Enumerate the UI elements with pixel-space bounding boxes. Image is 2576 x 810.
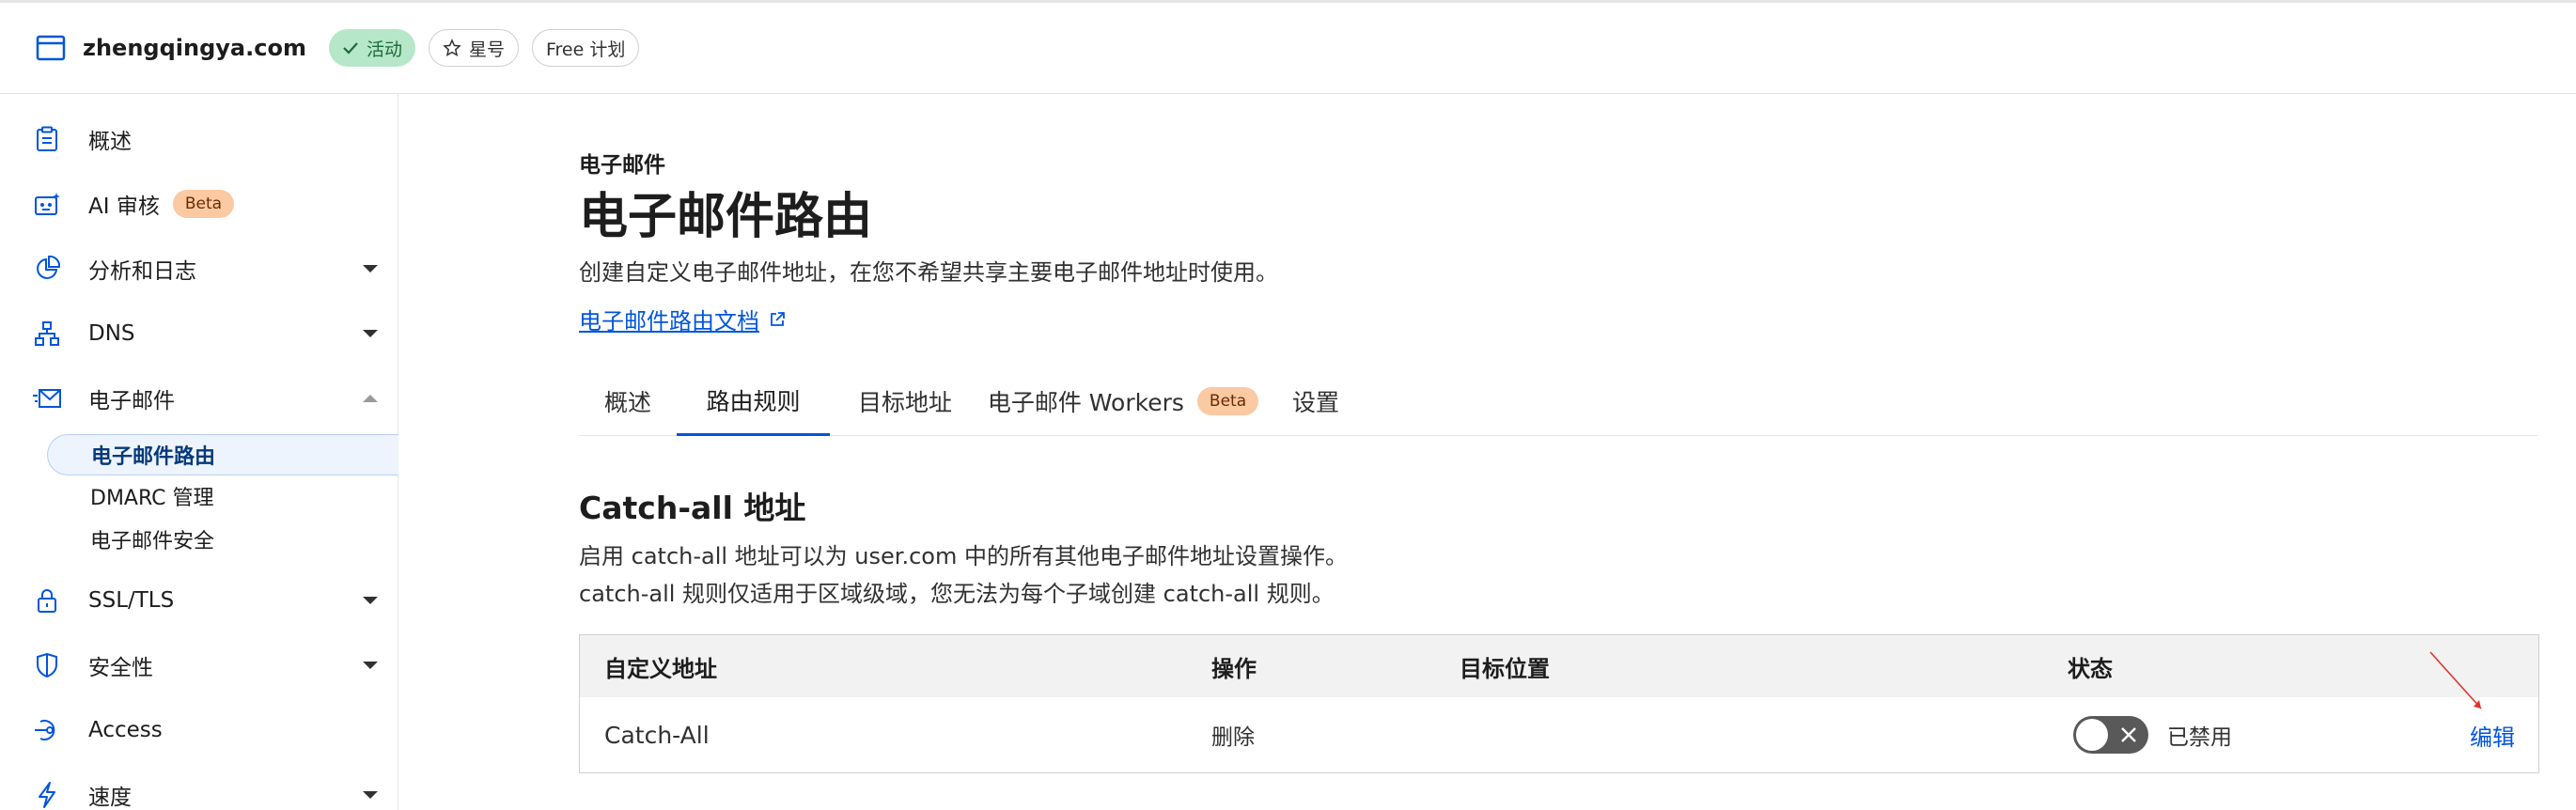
browser-window-icon (34, 33, 68, 63)
sidebar-item-label: 分析和日志 (88, 259, 196, 284)
annotation-arrow-icon (2429, 651, 2482, 709)
status-label: 已禁用 (2167, 725, 2232, 750)
beta-badge: Beta (1196, 387, 1259, 415)
sidebar-subitem-dmarc[interactable]: DMARC 管理 (47, 475, 398, 517)
beta-badge: Beta (172, 190, 235, 218)
sidebar-item-label: DNS (88, 321, 135, 346)
tab-overview[interactable]: 概述 (579, 366, 677, 436)
plan-badge[interactable]: Free 计划 (531, 29, 640, 67)
sidebar-item-label: Access (88, 718, 163, 742)
close-icon (2121, 727, 2136, 742)
email-icon (32, 383, 62, 413)
sidebar-item-ssl-tls[interactable]: SSL/TLS (0, 572, 398, 629)
chevron-down-icon[interactable] (363, 791, 378, 799)
sidebar: 概述 AI 审核 Beta 分析和日志 DNS 电子邮件 电子邮件路由 DMAR… (0, 94, 398, 810)
star-icon (443, 39, 461, 57)
sidebar-subitem-email-security[interactable]: 电子邮件安全 (47, 519, 398, 560)
chevron-down-icon[interactable] (363, 330, 378, 337)
chevron-up-icon[interactable] (363, 395, 378, 402)
catchall-enable-toggle[interactable] (2073, 716, 2148, 754)
column-custom-address: 自定义地址 (604, 655, 717, 682)
sidebar-item-analytics[interactable]: 分析和日志 (0, 241, 398, 297)
sidebar-item-email[interactable]: 电子邮件 (0, 370, 398, 427)
column-action: 操作 (1211, 655, 1257, 682)
pie-chart-icon (32, 254, 62, 284)
column-status: 状态 (2068, 655, 2113, 682)
external-link-icon (769, 311, 786, 328)
clipboard-icon (32, 124, 62, 154)
sidebar-item-overview[interactable]: 概述 (0, 111, 398, 167)
tab-bar: 概述 路由规则 目标地址 电子邮件 Workers Beta 设置 (579, 366, 2537, 436)
cell-address: Catch-All (604, 721, 710, 749)
star-button[interactable]: 星号 (428, 29, 519, 67)
lightning-icon (32, 780, 62, 810)
docs-link-label: 电子邮件路由文档 (579, 308, 759, 335)
tab-routing-rules[interactable]: 路由规则 (677, 366, 830, 436)
chevron-down-icon[interactable] (363, 597, 378, 604)
section-eyebrow: 电子邮件 (579, 153, 665, 178)
docs-link[interactable]: 电子邮件路由文档 (579, 303, 786, 335)
sidebar-item-label: SSL/TLS (88, 588, 175, 613)
cell-action: 删除 (1211, 725, 1255, 750)
page-title: 电子邮件路由 (579, 189, 873, 245)
chevron-down-icon[interactable] (363, 265, 378, 273)
status-badge: 活动 (328, 29, 415, 67)
cell-status: 已禁用 (2073, 697, 2232, 772)
catchall-description-line1: 启用 catch-all 地址可以为 user.com 中的所有其他电子邮件地址… (579, 543, 1348, 569)
toggle-knob (2076, 719, 2108, 751)
catchall-title: Catch-all 地址 (579, 490, 806, 526)
sidebar-item-access[interactable]: Access (0, 702, 398, 758)
lock-icon (32, 585, 62, 615)
access-icon (32, 715, 62, 745)
sidebar-item-ai-review[interactable]: AI 审核 Beta (0, 176, 398, 232)
sidebar-item-dns[interactable]: DNS (0, 305, 398, 362)
tab-email-workers[interactable]: 电子邮件 Workers Beta (980, 366, 1266, 436)
chevron-down-icon[interactable] (363, 662, 378, 669)
column-destination: 目标位置 (1460, 655, 1550, 682)
sidebar-item-label: 电子邮件 (88, 389, 175, 413)
catchall-description-line2: catch-all 规则仅适用于区域级域，您无法为每个子域创建 catch-al… (579, 581, 1335, 607)
sidebar-subitem-email-routing[interactable]: 电子邮件路由 (47, 434, 398, 475)
status-badge-label: 活动 (366, 39, 402, 60)
table-header: 自定义地址 操作 目标位置 状态 (580, 635, 2538, 697)
catchall-table: 自定义地址 操作 目标位置 状态 Catch-All 删除 已禁用 编辑 (579, 634, 2539, 773)
check-icon (342, 40, 359, 55)
top-bar: zhengqingya.com 活动 星号 Free 计划 (0, 0, 2576, 94)
robot-icon (32, 189, 62, 219)
tab-destination-addresses[interactable]: 目标地址 (830, 366, 980, 436)
network-icon (32, 319, 62, 349)
domain-name: zhengqingya.com (83, 35, 306, 61)
sidebar-item-label: 速度 (88, 786, 132, 810)
tab-email-workers-label: 电子邮件 Workers (987, 389, 1184, 416)
sidebar-item-label: 安全性 (88, 656, 153, 680)
tab-settings[interactable]: 设置 (1266, 366, 1366, 436)
sidebar-item-label: 概述 (88, 130, 132, 154)
sidebar-item-label: AI 审核 (88, 195, 160, 219)
sidebar-item-speed[interactable]: 速度 (0, 767, 398, 810)
page-description: 创建自定义电子邮件地址，在您不希望共享主要电子邮件地址时使用。 (579, 259, 1278, 286)
star-button-label: 星号 (468, 39, 505, 60)
shield-icon (32, 650, 62, 680)
sidebar-item-security[interactable]: 安全性 (0, 637, 398, 693)
